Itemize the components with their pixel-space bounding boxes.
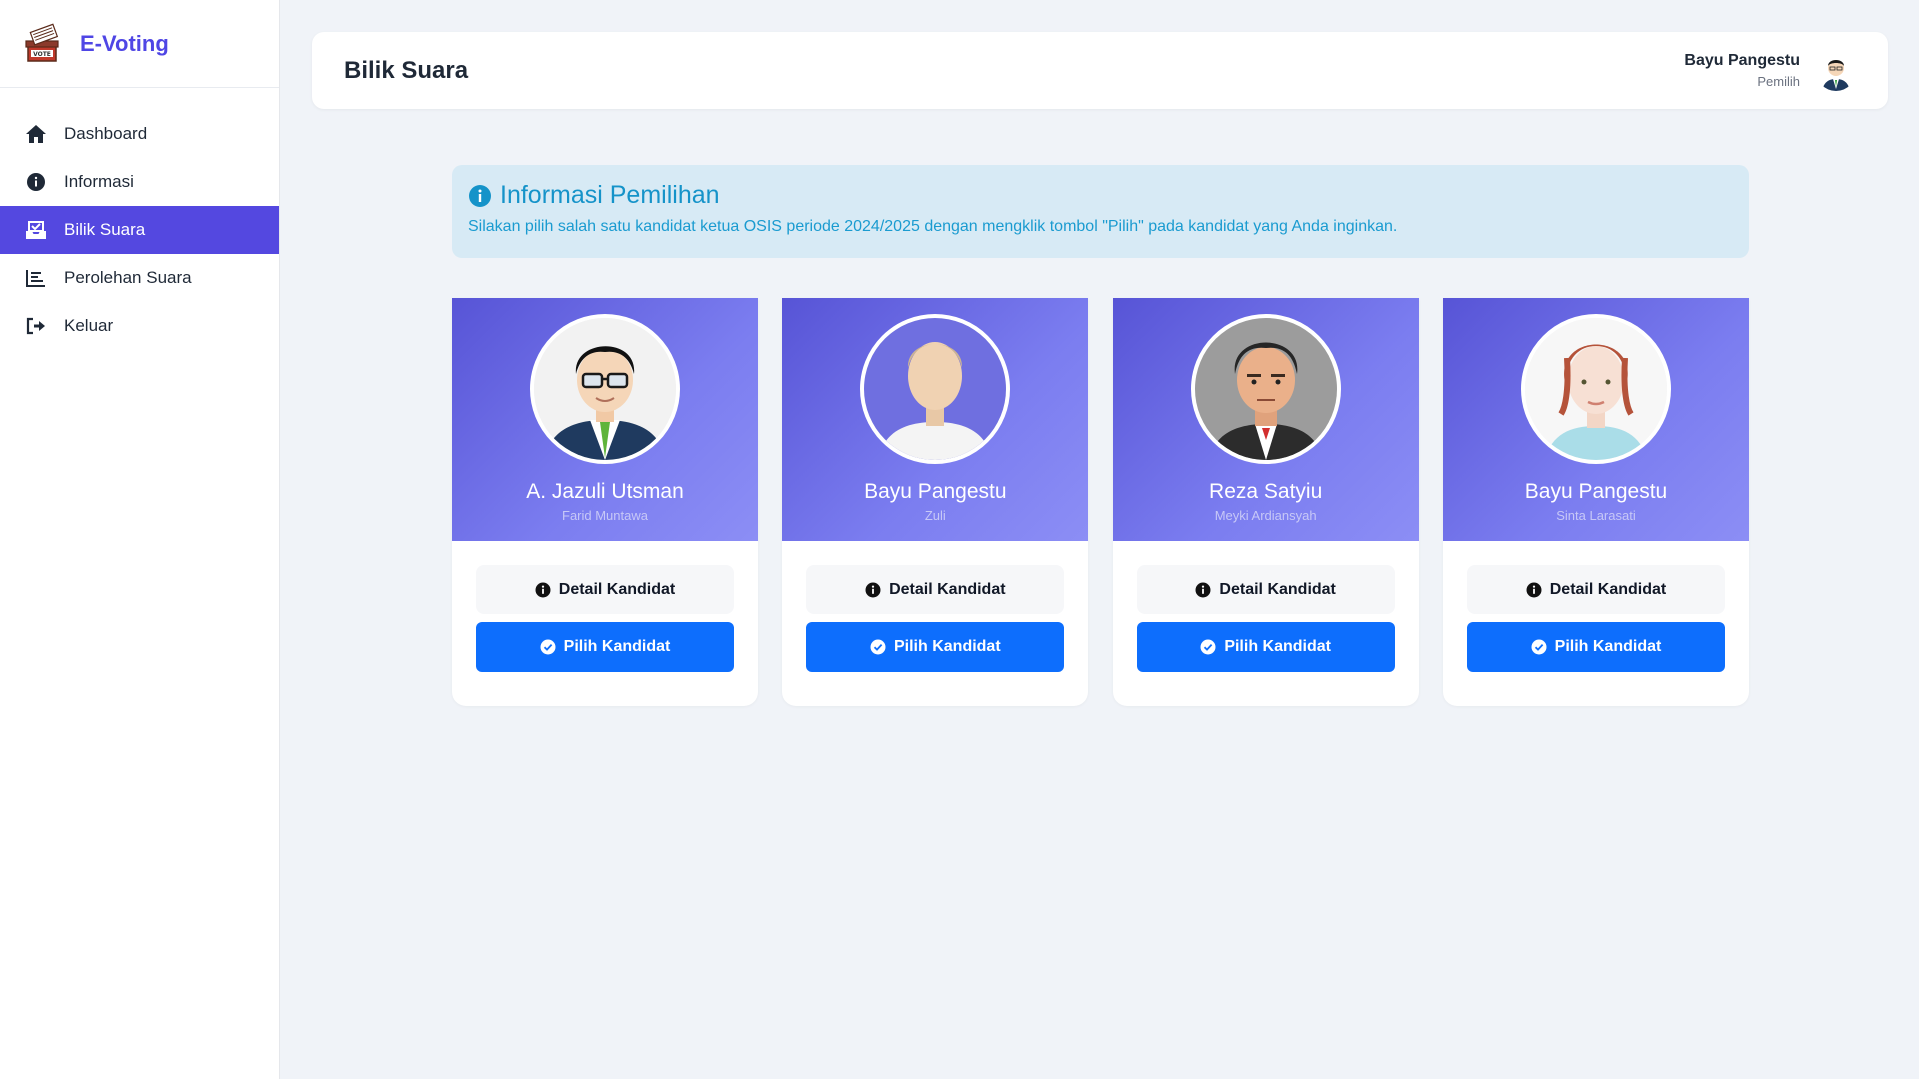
user-menu[interactable]: Bayu Pangestu Pemilih [1684, 50, 1856, 91]
sidebar-item-label: Informasi [64, 172, 134, 191]
candidate-name: Reza Satyiu [1209, 480, 1323, 503]
check-circle-icon [870, 639, 886, 655]
candidate-avatar [1190, 314, 1341, 464]
info-circle-icon [469, 184, 491, 207]
candidate-vice: Zuli [924, 508, 946, 523]
brand-name: E-Voting [80, 30, 169, 56]
detail-candidate-button[interactable]: Detail Kandidat [1136, 565, 1395, 614]
user-role: Pemilih [1757, 74, 1800, 89]
avatar[interactable] [1816, 50, 1856, 91]
candidate-vice: Meyki Ardiansyah [1214, 508, 1317, 523]
detail-candidate-button[interactable]: Detail Kandidat [1466, 565, 1725, 614]
page-header: Bilik Suara Bayu Pangestu Pemilih [312, 32, 1888, 109]
candidate-vice: Farid Muntawa [562, 508, 648, 523]
pick-candidate-button[interactable]: Pilih Kandidat [1466, 622, 1725, 672]
info-description: Silakan pilih salah satu kandidat ketua … [468, 218, 1398, 235]
candidate-card: A. Jazuli Utsman Farid Muntawa Detail Ka… [452, 298, 758, 706]
sidebar-item-label: Bilik Suara [64, 220, 146, 239]
inbox-check-icon [24, 218, 48, 242]
candidate-name: A. Jazuli Utsman [526, 480, 684, 503]
sidebar-item-label: Dashboard [64, 124, 148, 143]
candidate-card: Reza Satyiu Meyki Ardiansyah Detail Kand… [1112, 298, 1419, 706]
sidebar-item-informasi[interactable]: Informasi [0, 158, 279, 206]
candidate-card: Bayu Pangestu Sinta Larasati Detail Kand… [1442, 298, 1749, 706]
pick-candidate-button[interactable]: Pilih Kandidat [476, 622, 734, 672]
user-name: Bayu Pangestu [1684, 52, 1800, 69]
bar-chart-icon [24, 266, 48, 290]
candidate-name: Bayu Pangestu [864, 480, 1007, 503]
svg-text:VOTE: VOTE [33, 51, 51, 58]
pick-candidate-button[interactable]: Pilih Kandidat [1136, 622, 1395, 672]
sidebar-nav: Dashboard Informasi Bilik Suara Peroleha… [0, 110, 279, 350]
detail-candidate-button[interactable]: Detail Kandidat [476, 565, 734, 614]
sidebar-item-label: Perolehan Suara [64, 268, 192, 287]
candidate-vice: Sinta Larasati [1556, 508, 1636, 523]
sidebar-item-bilik-suara[interactable]: Bilik Suara [0, 206, 279, 254]
info-circle-icon [865, 582, 881, 597]
sidebar-item-perolehan-suara[interactable]: Perolehan Suara [0, 254, 279, 302]
info-title: Informasi Pemilihan [500, 181, 720, 209]
candidate-avatar [1520, 314, 1671, 464]
info-circle-icon [24, 170, 48, 194]
ballot-box-icon: VOTE [25, 23, 59, 62]
candidate-card: Bayu Pangestu Zuli Detail Kandidat Pilih… [782, 298, 1089, 706]
info-alert: Informasi Pemilihan Silakan pilih salah … [452, 165, 1749, 258]
info-circle-icon [535, 582, 551, 597]
candidate-avatar [860, 314, 1011, 464]
brand[interactable]: VOTE E-Voting [0, 0, 279, 88]
info-circle-icon [1195, 582, 1211, 597]
candidate-list: A. Jazuli Utsman Farid Muntawa Detail Ka… [452, 298, 1749, 706]
candidate-name: Bayu Pangestu [1524, 480, 1668, 503]
page-title: Bilik Suara [344, 56, 469, 84]
detail-candidate-button[interactable]: Detail Kandidat [806, 565, 1065, 614]
check-circle-icon [540, 639, 556, 655]
sidebar-item-label: Keluar [64, 316, 114, 335]
check-circle-icon [1531, 639, 1547, 655]
candidate-avatar [530, 314, 680, 464]
check-circle-icon [1200, 639, 1216, 655]
home-icon [24, 122, 48, 146]
logout-icon [24, 314, 48, 338]
pick-candidate-button[interactable]: Pilih Kandidat [806, 622, 1065, 672]
sidebar: VOTE E-Voting Dashboard Informasi Bilik … [0, 0, 280, 1079]
sidebar-item-keluar[interactable]: Keluar [0, 302, 279, 350]
info-circle-icon [1526, 582, 1542, 597]
sidebar-item-dashboard[interactable]: Dashboard [0, 110, 279, 158]
